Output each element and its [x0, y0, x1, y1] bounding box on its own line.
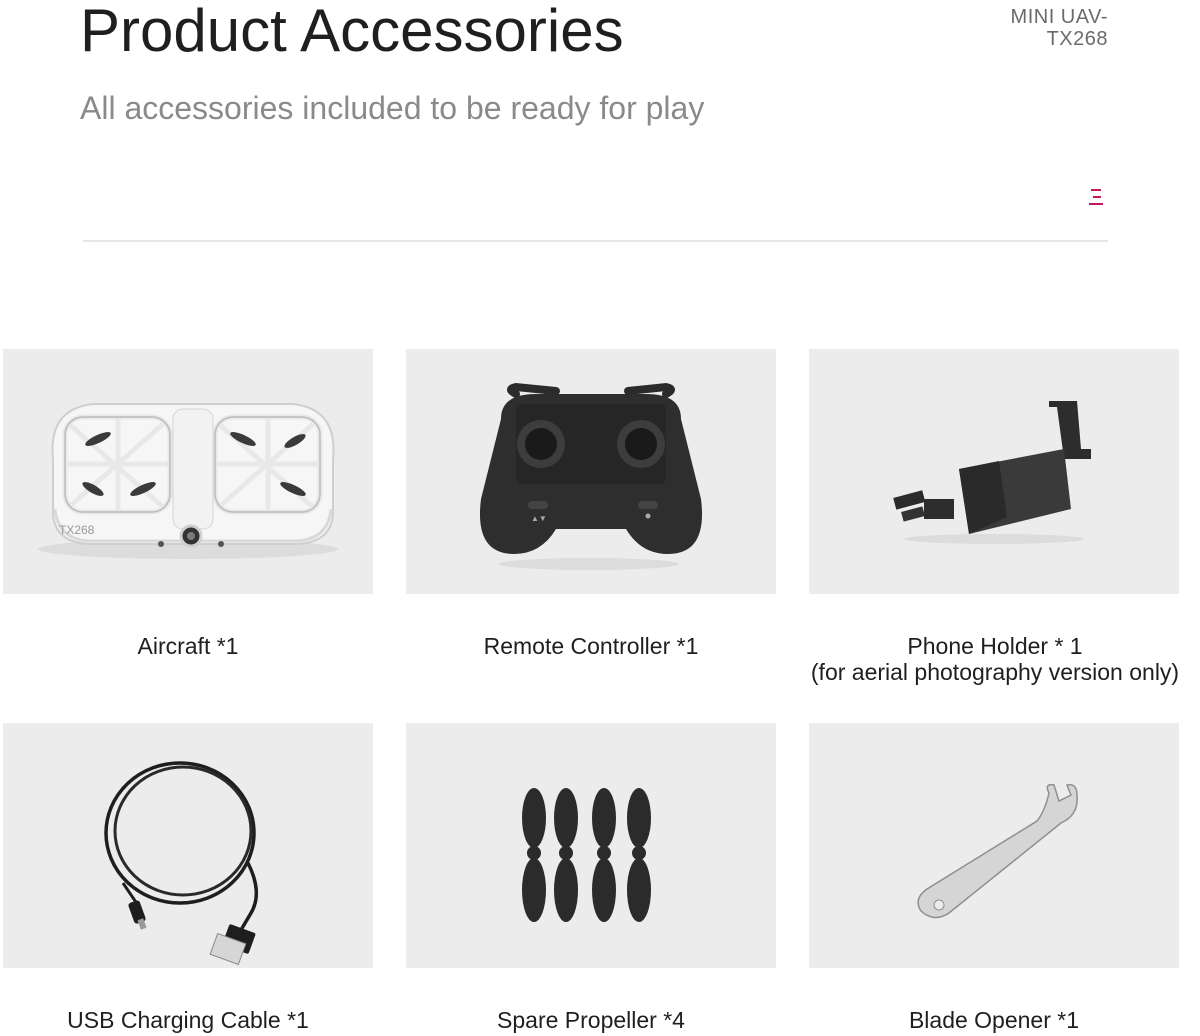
brand-line-1: MINI UAV-	[1010, 6, 1108, 28]
phone-holder-card	[809, 349, 1179, 594]
blade-opener-caption: Blade Opener *1	[908, 1007, 1080, 1033]
propeller-caption: Spare Propeller *4	[497, 1007, 685, 1033]
usb-cable-card	[3, 723, 373, 968]
page-title: Product Accessories	[80, 0, 624, 64]
svg-text:▲▼: ▲▼	[531, 514, 547, 523]
phone-holder-label: Phone Holder * 1	[907, 633, 1083, 659]
blade-opener-card	[809, 723, 1179, 968]
propeller-image	[522, 788, 651, 922]
propeller-card	[406, 723, 776, 968]
usb-cable-caption: USB Charging Cable *1	[67, 1007, 309, 1033]
page-subtitle: All accessories included to be ready for…	[80, 90, 705, 126]
header-divider	[83, 240, 1108, 242]
phone-holder-image	[893, 401, 1091, 544]
phone-holder-note: (for aerial photography version only)	[810, 659, 1180, 685]
remote-controller-card: ▲▼	[406, 349, 776, 594]
brand-line-2: TX268	[1046, 28, 1108, 50]
remote-controller-caption: Remote Controller *1	[483, 633, 699, 659]
phone-holder-caption: Phone Holder * 1 (for aerial photography…	[785, 633, 1200, 685]
remote-controller-image: ▲▼	[479, 382, 703, 570]
menu-icon[interactable]	[1085, 187, 1107, 207]
aircraft-caption: Aircraft *1	[137, 633, 239, 659]
blade-opener-image	[917, 783, 1078, 919]
brand-label: MINI UAV- TX268	[1011, 6, 1108, 50]
usb-cable-image	[104, 761, 258, 966]
drone-image: TX268	[38, 403, 338, 559]
aircraft-card: TX268	[3, 349, 373, 594]
aircraft-model-label: TX268	[59, 523, 95, 537]
